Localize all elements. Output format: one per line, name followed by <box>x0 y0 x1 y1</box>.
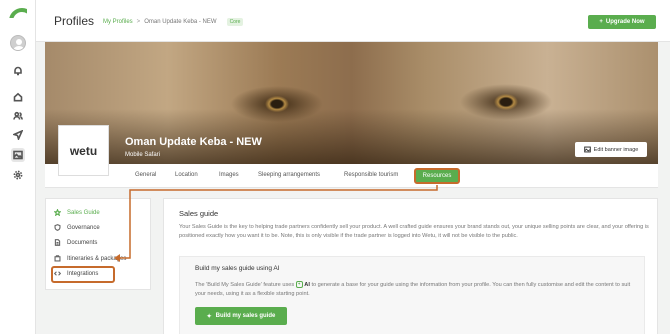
sidenav-label: Documents <box>67 239 98 246</box>
shield-icon <box>54 224 61 231</box>
bell-icon[interactable] <box>11 64 25 78</box>
plus-icon: + <box>599 19 603 25</box>
breadcrumb-current: Oman Update Keba - NEW <box>144 19 217 25</box>
breadcrumb: My Profiles > Oman Update Keba - NEW Cor… <box>103 18 244 26</box>
build-sales-guide-button[interactable]: ✦ Build my sales guide <box>195 307 287 325</box>
upgrade-label: Upgrade Now <box>605 19 645 25</box>
ai-desc-start: The 'Build My Sales Guide' feature uses <box>195 282 295 288</box>
ai-builder-description: The 'Build My Sales Guide' feature uses … <box>195 281 635 298</box>
panel-title: Sales guide <box>179 209 219 218</box>
profile-logo: wetu <box>58 125 109 176</box>
tab-resources[interactable]: Resources <box>414 168 460 184</box>
star-icon <box>54 209 61 216</box>
sidenav-label: Sales Guide <box>67 209 100 216</box>
document-icon <box>54 239 61 246</box>
breadcrumb-separator: > <box>136 19 141 25</box>
ai-label: AI <box>304 282 310 288</box>
plan-badge: Core <box>226 18 244 26</box>
profile-tabs: General Location Images Sleeping arrange… <box>45 164 658 188</box>
page-title: Profiles <box>54 14 95 28</box>
tab-location[interactable]: Location <box>175 172 198 178</box>
send-icon[interactable] <box>11 128 25 142</box>
sales-guide-panel: Sales guide Your Sales Guide is the key … <box>163 198 658 334</box>
sidenav-label: Itineraries & packages <box>67 255 127 262</box>
integrations-highlight <box>51 266 115 283</box>
users-icon[interactable] <box>11 109 25 123</box>
sidenav-item-itineraries[interactable]: Itineraries & packages <box>54 255 126 262</box>
sidenav-label: Governance <box>67 224 100 231</box>
tab-general[interactable]: General <box>135 172 156 178</box>
image-icon <box>583 146 591 153</box>
image-icon[interactable] <box>11 148 25 162</box>
sidenav-item-sales-guide[interactable]: Sales Guide <box>54 209 100 216</box>
edit-banner-label: Edit banner image <box>593 146 639 153</box>
package-icon <box>54 255 61 262</box>
user-avatar[interactable] <box>10 35 26 51</box>
ai-builder-card: Build my sales guide using AI The 'Build… <box>179 256 645 334</box>
tab-images[interactable]: Images <box>219 172 239 178</box>
ai-builder-title: Build my sales guide using AI <box>195 265 280 272</box>
home-icon[interactable] <box>11 90 25 104</box>
ai-sparkle-icon: ✦ <box>206 313 212 320</box>
profile-subtitle: Mobile Safari <box>125 152 161 158</box>
edit-banner-button[interactable]: Edit banner image <box>575 142 647 157</box>
sidenav-item-governance[interactable]: Governance <box>54 224 100 231</box>
ai-sparkle-icon: ✦ <box>295 281 303 289</box>
breadcrumb-my-profiles[interactable]: My Profiles <box>103 19 133 25</box>
panel-description: Your Sales Guide is the key to helping t… <box>179 224 649 239</box>
tab-responsible-tourism[interactable]: Responsible tourism <box>344 172 398 178</box>
tab-sleeping-arrangements[interactable]: Sleeping arrangements <box>258 172 320 178</box>
settings-icon[interactable] <box>11 168 25 182</box>
sidenav-item-documents[interactable]: Documents <box>54 239 97 246</box>
profile-name: Oman Update Keba - NEW <box>125 136 262 148</box>
app-logo[interactable] <box>9 8 27 18</box>
build-button-label: Build my sales guide <box>215 313 276 319</box>
upgrade-button[interactable]: + Upgrade Now <box>588 15 656 29</box>
left-rail <box>0 0 36 334</box>
top-bar: Profiles My Profiles > Oman Update Keba … <box>36 0 670 42</box>
